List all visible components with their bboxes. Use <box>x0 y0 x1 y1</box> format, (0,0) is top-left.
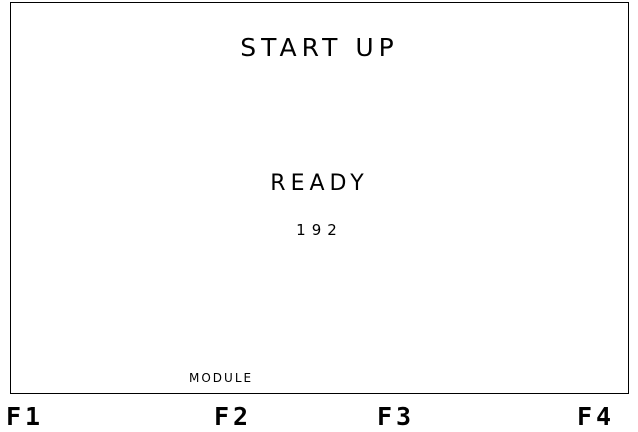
f3-key[interactable]: F3 <box>377 402 415 432</box>
f4-key[interactable]: F4 <box>577 402 615 432</box>
status-text: READY <box>270 171 369 196</box>
softkey-label-f2: MODULE <box>189 371 254 385</box>
f1-key[interactable]: F1 <box>6 402 44 432</box>
display-screen: START UP READY 192 MODULE <box>10 2 629 394</box>
status-value: 192 <box>296 221 343 239</box>
screen-title: START UP <box>240 33 399 62</box>
f2-key[interactable]: F2 <box>214 402 252 432</box>
